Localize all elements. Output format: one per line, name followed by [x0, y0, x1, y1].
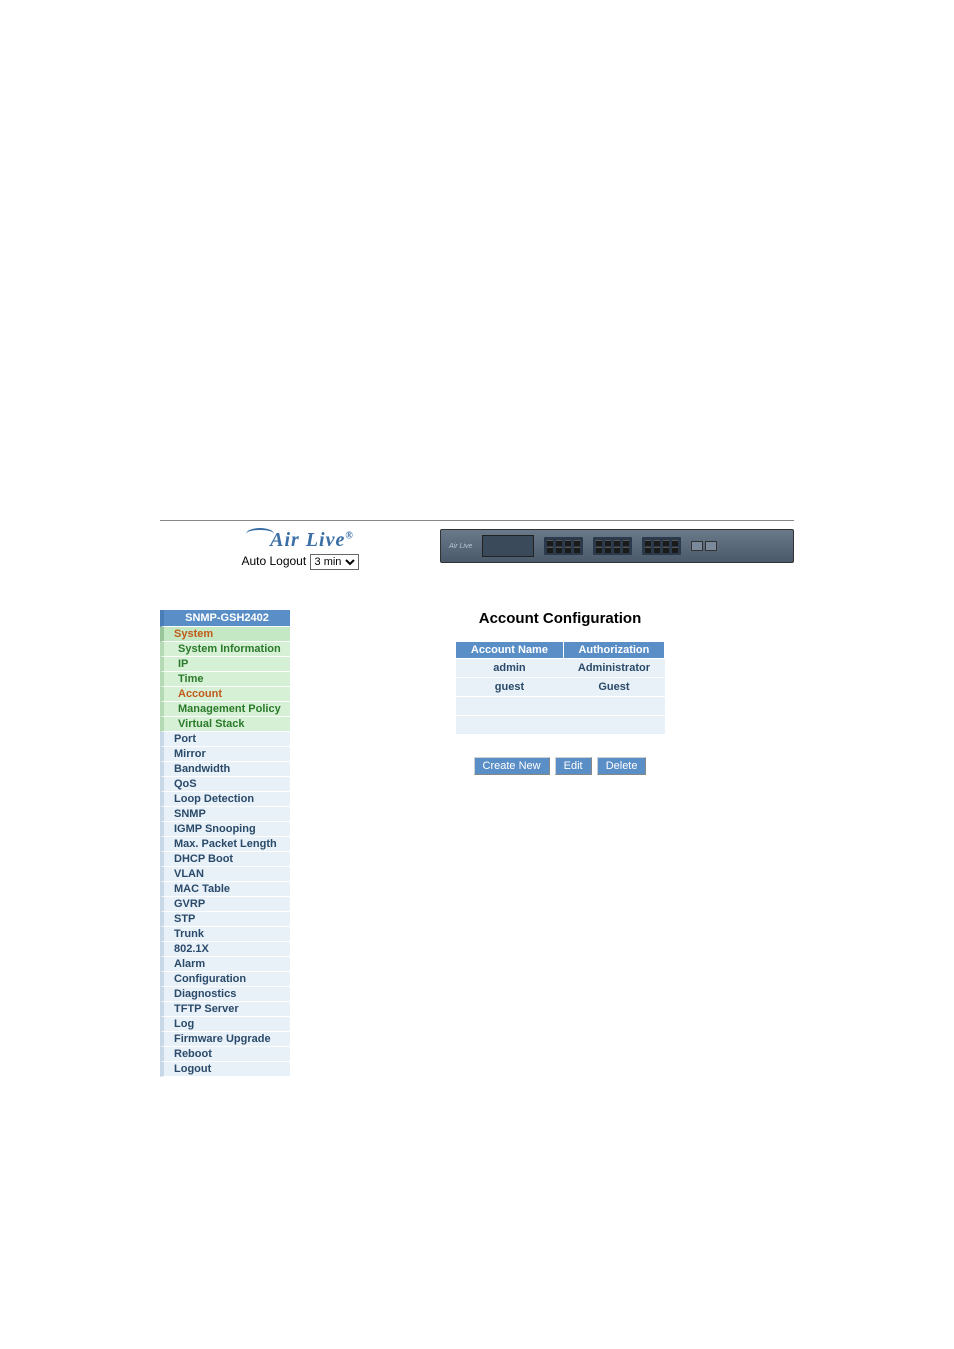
- table-row[interactable]: guestGuest: [456, 678, 665, 697]
- brand-text: Air Live: [270, 529, 345, 551]
- sidebar-item-802-1x[interactable]: 802.1X: [160, 942, 290, 957]
- sidebar-item-configuration[interactable]: Configuration: [160, 972, 290, 987]
- port-bank-2: [593, 537, 632, 555]
- sidebar-item-max-packet-length[interactable]: Max. Packet Length: [160, 837, 290, 852]
- sidebar-sub-system-information[interactable]: System Information: [160, 642, 290, 657]
- cell-authorization: Guest: [563, 678, 664, 697]
- account-table: Account Name Authorization adminAdminist…: [455, 641, 665, 735]
- page-title: Account Configuration: [430, 610, 690, 627]
- sidebar-item-dhcp-boot[interactable]: DHCP Boot: [160, 852, 290, 867]
- sidebar-item-reboot[interactable]: Reboot: [160, 1047, 290, 1062]
- sidebar-sub-virtual-stack[interactable]: Virtual Stack: [160, 717, 290, 732]
- auto-logout-row: Auto Logout 3 min: [160, 554, 440, 570]
- switch-brand-label: Air Live: [449, 543, 472, 550]
- sidebar-item-trunk[interactable]: Trunk: [160, 927, 290, 942]
- sidebar-item-loop-detection[interactable]: Loop Detection: [160, 792, 290, 807]
- port-bank-1: [544, 537, 583, 555]
- sidebar-item-port[interactable]: Port: [160, 732, 290, 747]
- delete-button[interactable]: Delete: [597, 757, 647, 775]
- brand-logo: Air Live®: [160, 529, 440, 552]
- cell-account-name: admin: [456, 659, 564, 678]
- sidebar-item-gvrp[interactable]: GVRP: [160, 897, 290, 912]
- sidebar-item-alarm[interactable]: Alarm: [160, 957, 290, 972]
- sidebar-item-stp[interactable]: STP: [160, 912, 290, 927]
- sidebar-item-igmp-snooping[interactable]: IGMP Snooping: [160, 822, 290, 837]
- sidebar-item-tftp-server[interactable]: TFTP Server: [160, 1002, 290, 1017]
- sidebar-nav: SNMP-GSH2402 System System InformationIP…: [160, 610, 290, 1077]
- cell-account-name: guest: [456, 678, 564, 697]
- sidebar-item-mac-table[interactable]: MAC Table: [160, 882, 290, 897]
- sidebar-sub-account[interactable]: Account: [160, 687, 290, 702]
- status-led-panel: [482, 535, 534, 557]
- sidebar-item-firmware-upgrade[interactable]: Firmware Upgrade: [160, 1032, 290, 1047]
- sidebar-sub-time[interactable]: Time: [160, 672, 290, 687]
- col-account-name: Account Name: [456, 642, 564, 659]
- auto-logout-label: Auto Logout: [241, 554, 306, 568]
- edit-button[interactable]: Edit: [555, 757, 592, 775]
- cell-authorization: Administrator: [563, 659, 664, 678]
- top-divider: [160, 520, 794, 521]
- sidebar-sub-ip[interactable]: IP: [160, 657, 290, 672]
- sidebar-item-diagnostics[interactable]: Diagnostics: [160, 987, 290, 1002]
- table-row[interactable]: adminAdministrator: [456, 659, 665, 678]
- sfp-slots: [691, 541, 717, 551]
- sidebar-sub-management-policy[interactable]: Management Policy: [160, 702, 290, 717]
- sidebar-item-system[interactable]: System: [160, 627, 290, 642]
- sidebar-item-log[interactable]: Log: [160, 1017, 290, 1032]
- switch-device-image: Air Live: [440, 529, 794, 563]
- table-row-empty: [456, 697, 665, 716]
- col-authorization: Authorization: [563, 642, 664, 659]
- sidebar-item-logout[interactable]: Logout: [160, 1062, 290, 1077]
- sidebar-item-qos[interactable]: QoS: [160, 777, 290, 792]
- sidebar-item-bandwidth[interactable]: Bandwidth: [160, 762, 290, 777]
- sidebar-item-mirror[interactable]: Mirror: [160, 747, 290, 762]
- sidebar-item-snmp[interactable]: SNMP: [160, 807, 290, 822]
- sidebar-item-vlan[interactable]: VLAN: [160, 867, 290, 882]
- create-new-button[interactable]: Create New: [474, 757, 550, 775]
- port-bank-3: [642, 537, 681, 555]
- auto-logout-select[interactable]: 3 min: [310, 554, 359, 570]
- sidebar-title: SNMP-GSH2402: [160, 610, 290, 627]
- table-row-empty: [456, 716, 665, 735]
